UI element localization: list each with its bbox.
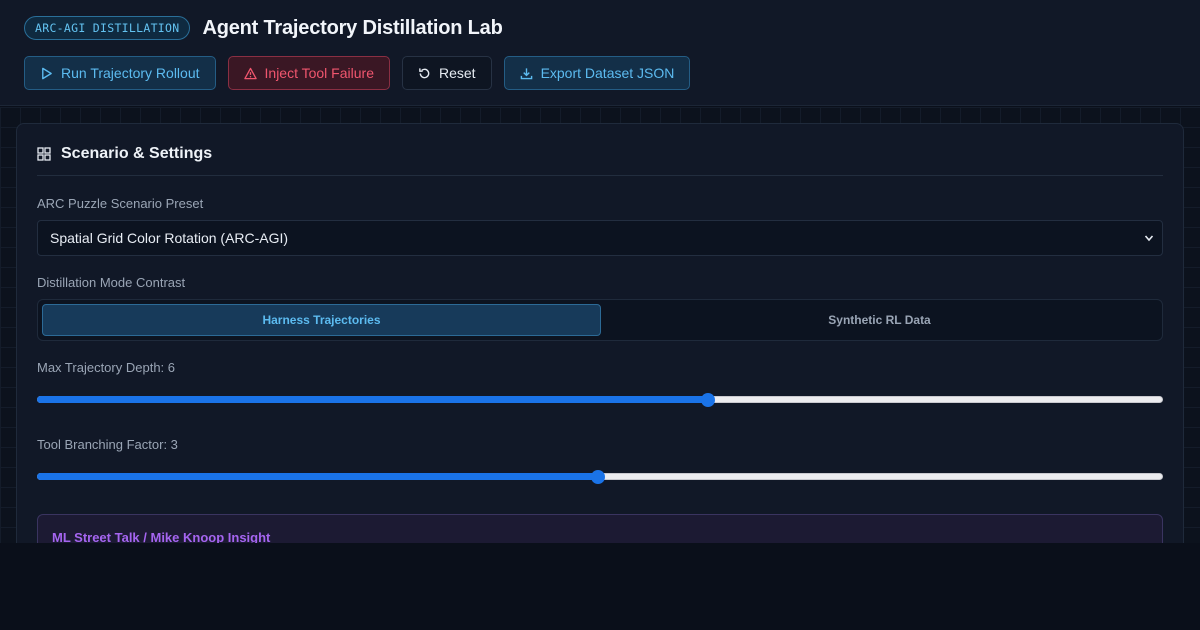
inject-button-label: Inject Tool Failure — [264, 65, 374, 81]
download-icon — [520, 67, 532, 79]
insight-callout: ML Street Talk / Mike Knoop Insight — [37, 514, 1163, 543]
reset-button[interactable]: Reset — [401, 56, 492, 90]
inject-tool-failure-button[interactable]: Inject Tool Failure — [227, 56, 390, 90]
distillation-badge: ARC-AGI DISTILLATION — [24, 16, 191, 40]
slider-thumb[interactable] — [590, 470, 605, 484]
run-button-label: Run Trajectory Rollout — [61, 65, 200, 81]
distillation-mode-label: Distillation Mode Contrast — [37, 275, 186, 290]
run-trajectory-rollout-button[interactable]: Run Trajectory Rollout — [24, 56, 216, 90]
scenario-preset-select[interactable]: Spatial Grid Color Rotation (ARC-AGI) — [37, 220, 1163, 256]
app-title: Agent Trajectory Distillation Lab — [202, 16, 503, 39]
slider-fill — [37, 396, 708, 403]
toolbar: Run Trajectory Rollout Inject Tool Failu… — [24, 56, 702, 90]
slider-thumb[interactable] — [700, 393, 715, 407]
panel-title: Scenario & Settings — [61, 145, 213, 162]
export-button-label: Export Dataset JSON — [540, 65, 675, 81]
app-header: ARC-AGI DISTILLATION Agent Trajectory Di… — [0, 0, 1200, 106]
refresh-icon — [419, 67, 430, 78]
max-trajectory-depth-slider[interactable] — [37, 393, 1163, 407]
reset-button-label: Reset — [438, 65, 476, 81]
distillation-mode-toggle: Harness Trajectories Synthetic RL Data — [37, 299, 1163, 341]
workspace: Scenario & Settings ARC Puzzle Scenario … — [0, 107, 1200, 543]
tool-branching-factor-slider[interactable] — [37, 470, 1163, 484]
export-dataset-json-button[interactable]: Export Dataset JSON — [503, 56, 691, 90]
insight-title: ML Street Talk / Mike Knoop Insight — [52, 530, 271, 543]
scenario-preset-label: ARC Puzzle Scenario Preset — [37, 196, 204, 211]
play-icon — [42, 67, 52, 79]
mode-option-harness-trajectories[interactable]: Harness Trajectories — [42, 304, 601, 336]
title-row: ARC-AGI DISTILLATION Agent Trajectory Di… — [24, 16, 503, 40]
mode-option-synthetic-rl-data[interactable]: Synthetic RL Data — [601, 304, 1158, 336]
scenario-selected-value: Spatial Grid Color Rotation (ARC-AGI) — [50, 230, 289, 246]
tool-branching-factor-label: Tool Branching Factor: 3 — [37, 437, 178, 452]
grid-icon — [37, 147, 51, 161]
slider-fill — [37, 473, 598, 480]
panel-header: Scenario & Settings — [37, 144, 1163, 176]
max-trajectory-depth-label: Max Trajectory Depth: 6 — [37, 360, 175, 375]
chevron-down-icon — [1144, 235, 1154, 242]
scenario-settings-panel: Scenario & Settings ARC Puzzle Scenario … — [16, 123, 1184, 543]
warning-triangle-icon — [243, 67, 257, 79]
